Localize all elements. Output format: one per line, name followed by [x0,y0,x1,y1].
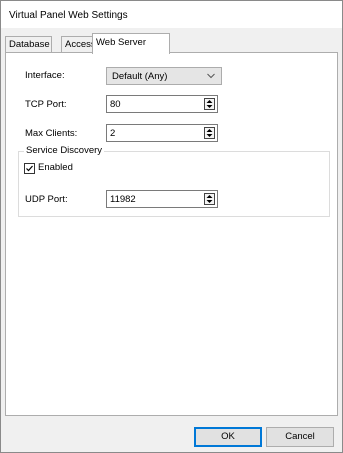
enabled-label: Enabled [38,162,73,173]
service-discovery-group: Service Discovery Enabled UDP Port: 1198… [18,145,330,217]
interface-value: Default (Any) [112,71,168,82]
spinner-arrows-icon[interactable] [204,193,215,205]
chevron-down-icon [207,73,215,79]
interface-dropdown[interactable]: Default (Any) [106,67,222,85]
max-clients-value: 2 [110,128,116,139]
spinner-arrows-icon[interactable] [204,98,215,110]
spinner-arrows-icon[interactable] [204,127,215,139]
tcp-port-value: 80 [110,99,121,110]
enabled-checkbox[interactable] [24,163,35,174]
max-clients-spinner[interactable]: 2 [106,124,218,142]
cancel-button[interactable]: Cancel [266,427,334,447]
web-server-panel: Interface: Default (Any) TCP Port: 80 Ma… [5,52,338,416]
title-bar[interactable]: Virtual Panel Web Settings [1,1,342,28]
udp-port-value: 11982 [110,194,136,205]
interface-label: Interface: [25,70,65,81]
settings-dialog: Virtual Panel Web Settings Database Acce… [0,0,343,453]
tab-strip: Database Access Web Server [5,33,339,54]
button-bar: OK Cancel [1,417,342,452]
udp-port-label: UDP Port: [25,194,68,205]
ok-button[interactable]: OK [194,427,262,447]
window-title: Virtual Panel Web Settings [9,10,128,21]
tcp-port-label: TCP Port: [25,99,67,110]
service-discovery-legend: Service Discovery [24,145,105,156]
max-clients-label: Max Clients: [25,128,78,139]
checkmark-icon [26,165,33,172]
tab-web-server[interactable]: Web Server [92,33,170,54]
tab-database[interactable]: Database [5,36,52,52]
tcp-port-spinner[interactable]: 80 [106,95,218,113]
udp-port-spinner[interactable]: 11982 [106,190,218,208]
tab-web-server-label: Web Server [96,37,146,48]
